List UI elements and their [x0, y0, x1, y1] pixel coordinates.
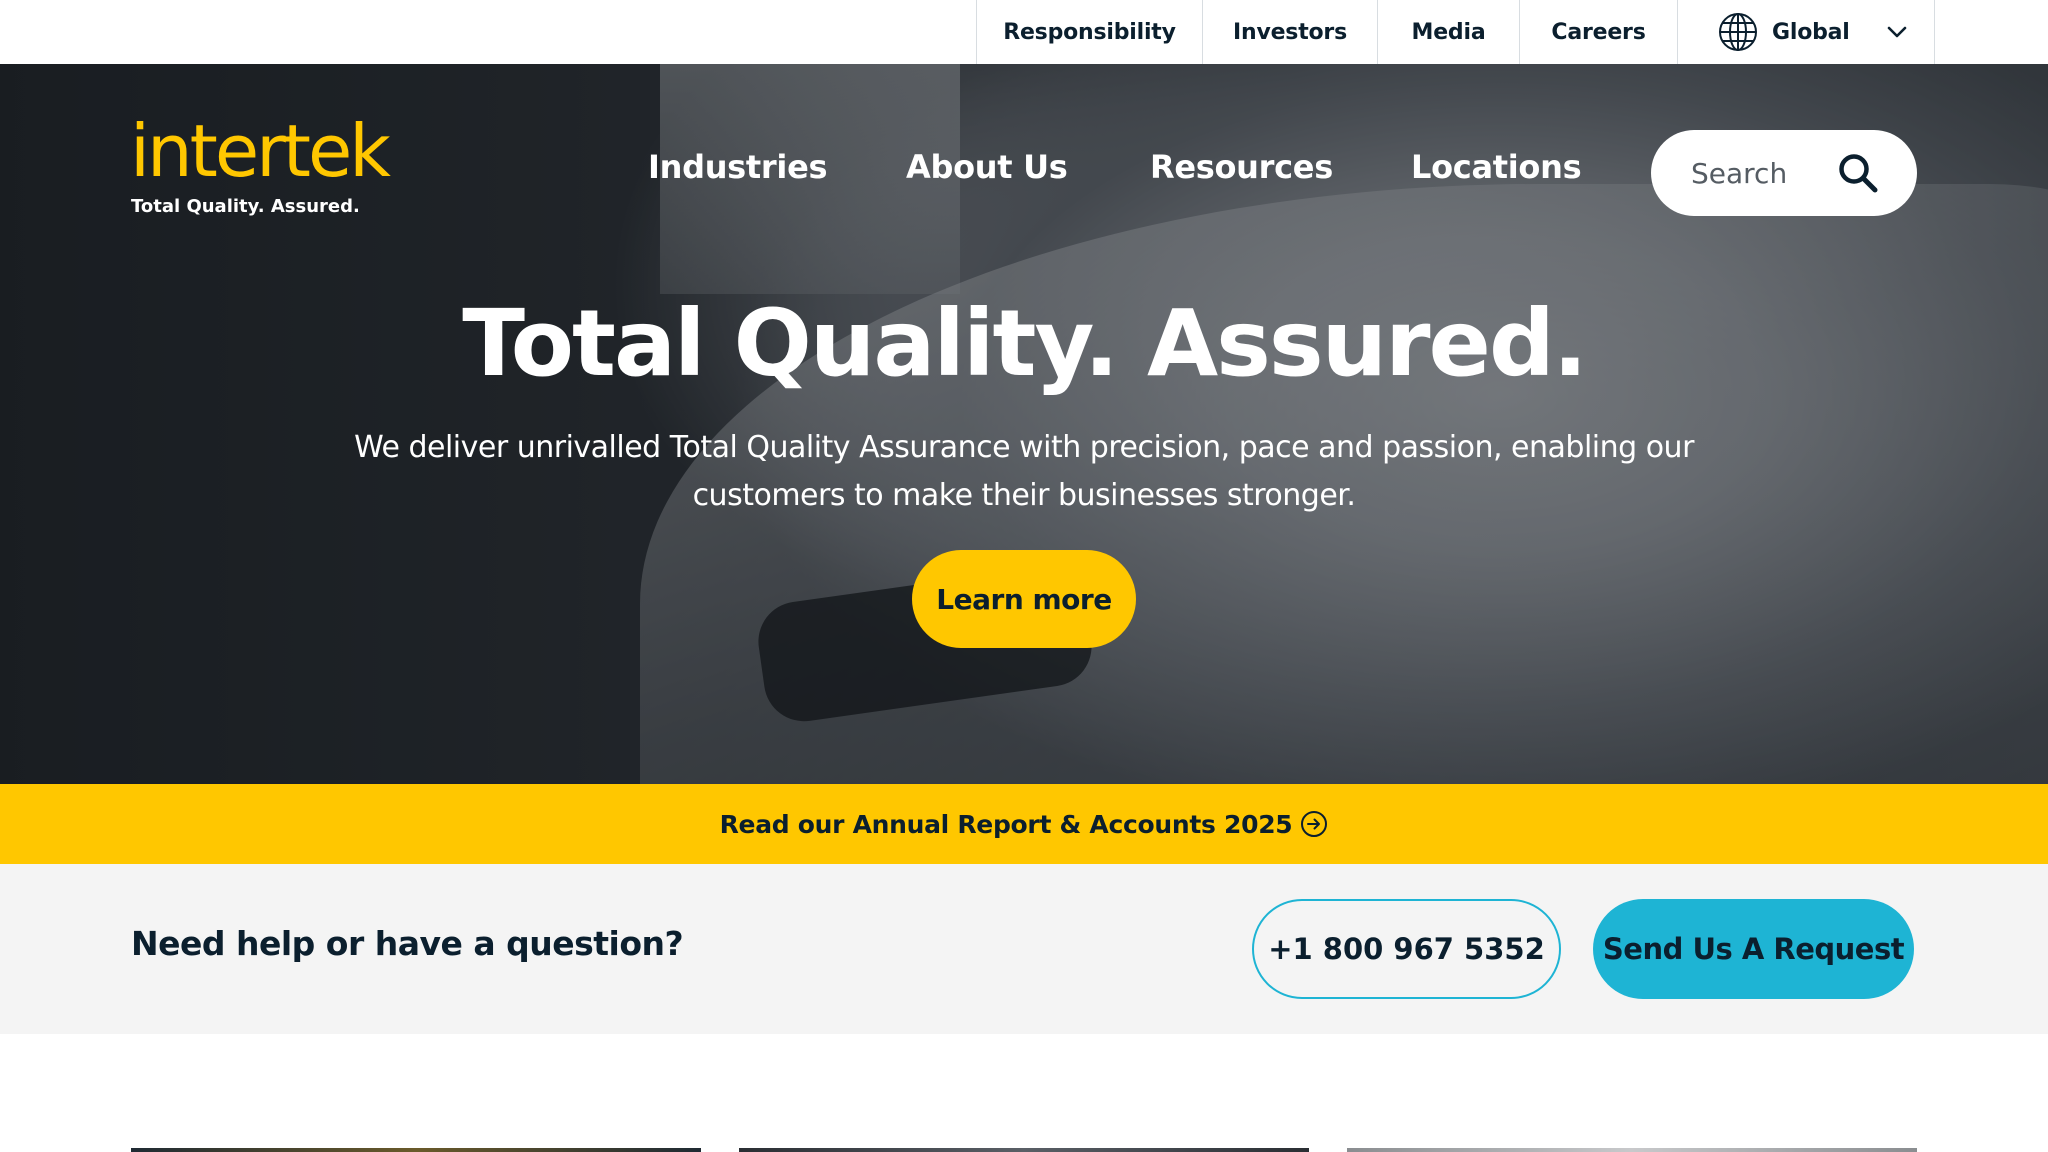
intertek-logo[interactable]: intertek Total Quality. Assured. [130, 118, 400, 218]
search-icon[interactable] [1837, 152, 1879, 194]
nav-resources[interactable]: Resources [1150, 148, 1333, 186]
region-label: Global [1772, 19, 1850, 45]
chevron-down-icon [1887, 26, 1906, 38]
logo-wordmark: intertek [130, 118, 394, 188]
nav-locations[interactable]: Locations [1411, 148, 1582, 186]
annual-report-link[interactable]: Read our Annual Report & Accounts 2025 [720, 810, 1293, 839]
globe-icon [1719, 13, 1757, 51]
send-request-button[interactable]: Send Us A Request [1593, 899, 1914, 999]
learn-more-button[interactable]: Learn more [912, 550, 1136, 648]
feature-card[interactable] [739, 1148, 1309, 1152]
help-section: Need help or have a question? +1 800 967… [0, 864, 2048, 1034]
utility-nav: Responsibility Investors Media Careers G… [976, 0, 1935, 64]
logo-tagline: Total Quality. Assured. [131, 196, 360, 217]
nav-about-us[interactable]: About Us [906, 148, 1068, 186]
logo-wordmark-text: intertek [130, 118, 391, 188]
help-question: Need help or have a question? [131, 924, 684, 963]
region-selector[interactable]: Global [1678, 0, 1935, 64]
phone-button[interactable]: +1 800 967 5352 [1252, 899, 1561, 999]
feature-card[interactable] [1347, 1148, 1917, 1152]
nav-industries[interactable]: Industries [648, 148, 828, 186]
utility-link-responsibility[interactable]: Responsibility [977, 0, 1203, 64]
cards-section [0, 1034, 2048, 1152]
search-input[interactable] [1691, 156, 1841, 190]
utility-link-investors[interactable]: Investors [1203, 0, 1378, 64]
arrow-circle-right-icon [1301, 811, 1328, 837]
feature-card[interactable] [131, 1148, 701, 1152]
utility-bar: Responsibility Investors Media Careers G… [0, 0, 2048, 64]
search-box [1651, 130, 1917, 216]
utility-link-careers[interactable]: Careers [1520, 0, 1678, 64]
annual-report-banner[interactable]: Read our Annual Report & Accounts 2025 [0, 784, 2048, 864]
hero-subtitle: We deliver unrivalled Total Quality Assu… [354, 430, 1694, 513]
utility-link-media[interactable]: Media [1378, 0, 1520, 64]
hero-title: Total Quality. Assured. [462, 290, 1588, 397]
